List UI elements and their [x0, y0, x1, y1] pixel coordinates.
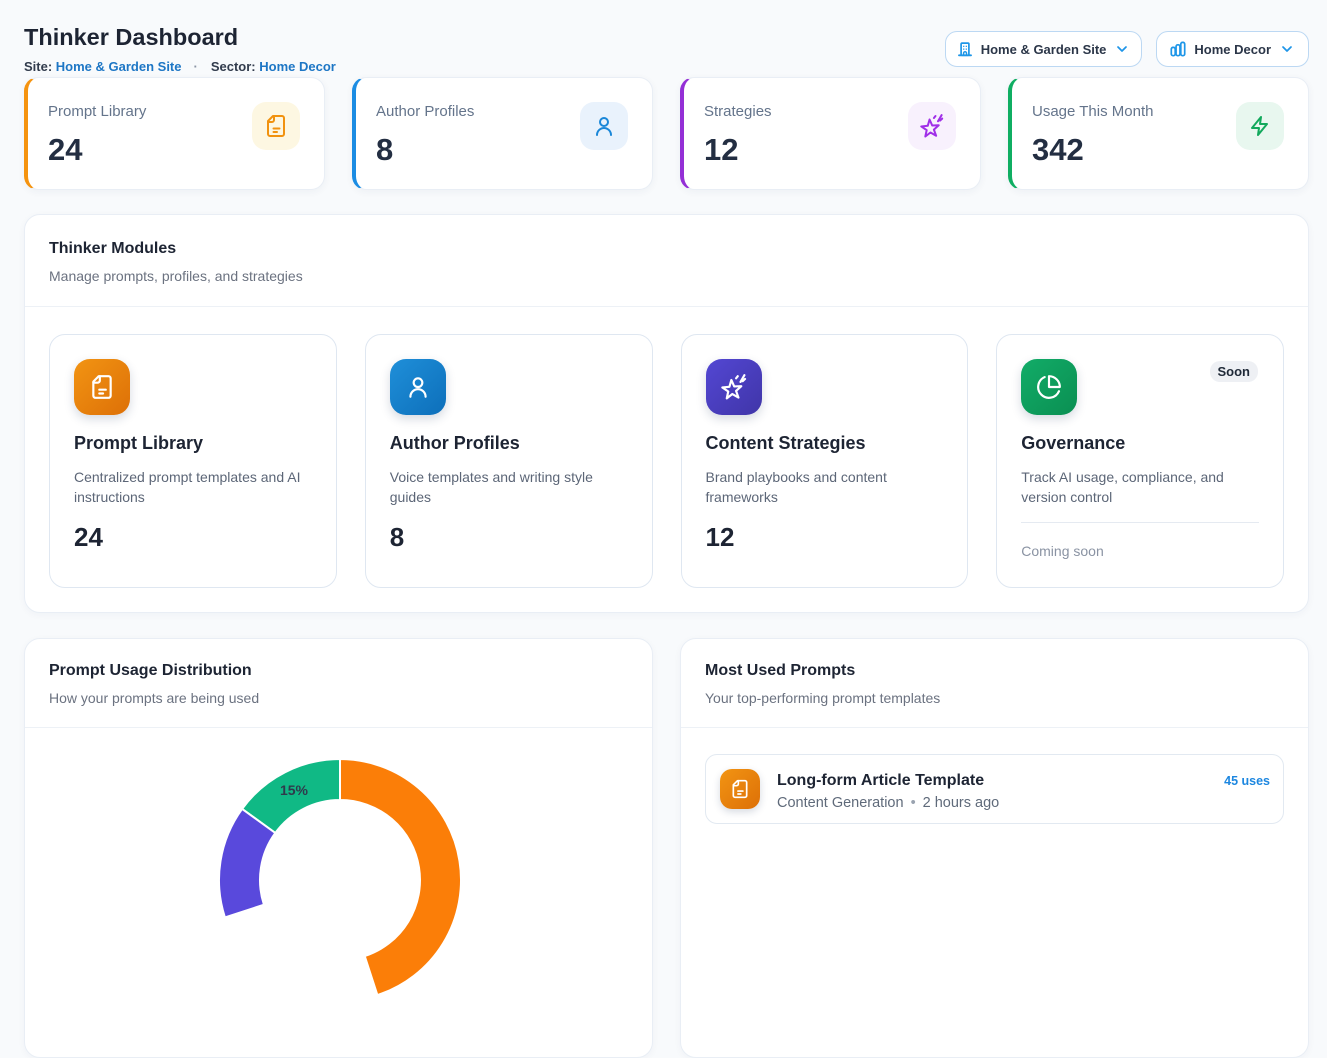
svg-text:15%: 15% — [280, 782, 309, 798]
